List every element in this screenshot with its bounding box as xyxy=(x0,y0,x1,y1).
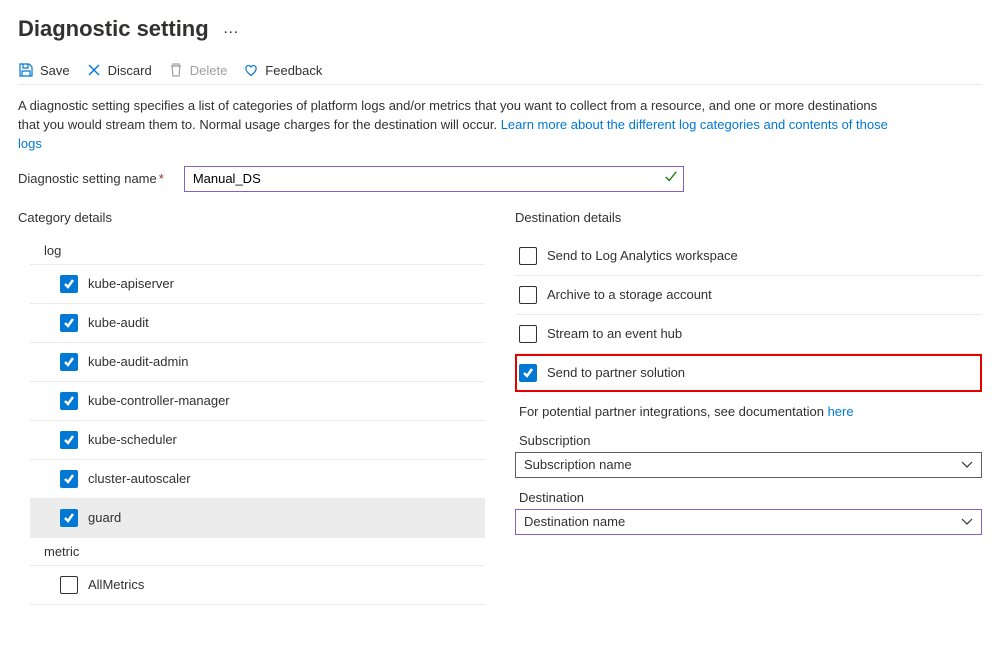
partner-hint: For potential partner integrations, see … xyxy=(519,404,982,419)
log-category-row[interactable]: kube-controller-manager xyxy=(30,382,485,421)
destination-value: Destination name xyxy=(524,514,625,529)
checkbox[interactable] xyxy=(519,286,537,304)
log-category-label: kube-audit xyxy=(88,315,149,330)
checkbox[interactable] xyxy=(60,314,78,332)
log-category-label: kube-scheduler xyxy=(88,432,177,447)
save-icon xyxy=(18,62,34,78)
destination-details: Destination details Send to Log Analytic… xyxy=(515,210,982,547)
log-group-heading: log xyxy=(30,237,485,265)
setting-name-input[interactable] xyxy=(184,166,684,192)
destination-select[interactable]: Destination name xyxy=(515,509,982,535)
more-icon[interactable]: … xyxy=(217,20,245,38)
save-label: Save xyxy=(40,63,70,78)
log-category-row[interactable]: guard xyxy=(30,499,485,538)
checkbox[interactable] xyxy=(519,364,537,382)
log-category-label: kube-apiserver xyxy=(88,276,174,291)
destination-option-row[interactable]: Archive to a storage account xyxy=(515,276,982,315)
checkbox[interactable] xyxy=(60,275,78,293)
description: A diagnostic setting specifies a list of… xyxy=(18,97,898,154)
feedback-button[interactable]: Feedback xyxy=(243,62,322,78)
destination-option-label: Send to partner solution xyxy=(547,365,685,380)
destination-option-label: Send to Log Analytics workspace xyxy=(547,248,738,263)
log-category-row[interactable]: kube-audit xyxy=(30,304,485,343)
delete-button: Delete xyxy=(168,62,228,78)
checkbox[interactable] xyxy=(60,470,78,488)
toolbar: Save Discard Delete Feedback xyxy=(18,62,982,85)
subscription-select[interactable]: Subscription name xyxy=(515,452,982,478)
close-icon xyxy=(86,62,102,78)
checkbox[interactable] xyxy=(519,325,537,343)
trash-icon xyxy=(168,62,184,78)
save-button[interactable]: Save xyxy=(18,62,70,78)
destination-label: Destination xyxy=(519,490,982,505)
checkbox[interactable] xyxy=(60,576,78,594)
destination-option-row[interactable]: Stream to an event hub xyxy=(515,315,982,354)
log-category-row[interactable]: kube-scheduler xyxy=(30,421,485,460)
checkbox[interactable] xyxy=(60,431,78,449)
feedback-label: Feedback xyxy=(265,63,322,78)
discard-button[interactable]: Discard xyxy=(86,62,152,78)
delete-label: Delete xyxy=(190,63,228,78)
required-star: * xyxy=(159,171,164,186)
checkbox[interactable] xyxy=(60,509,78,527)
log-category-label: kube-controller-manager xyxy=(88,393,230,408)
check-icon xyxy=(664,170,678,187)
heart-icon xyxy=(243,62,259,78)
category-details: Category details log kube-apiserver kube-… xyxy=(18,210,485,605)
category-heading: Category details xyxy=(18,210,485,225)
metric-category-label: AllMetrics xyxy=(88,577,144,592)
setting-name-label-text: Diagnostic setting name xyxy=(18,171,157,186)
subscription-label: Subscription xyxy=(519,433,982,448)
partner-hint-text: For potential partner integrations, see … xyxy=(519,404,828,419)
destination-heading: Destination details xyxy=(515,210,982,225)
destination-option-label: Archive to a storage account xyxy=(547,287,712,302)
destination-option-row[interactable]: Send to Log Analytics workspace xyxy=(515,237,982,276)
chevron-down-icon xyxy=(961,516,973,528)
checkbox[interactable] xyxy=(60,392,78,410)
log-category-label: cluster-autoscaler xyxy=(88,471,191,486)
partner-config: For potential partner integrations, see … xyxy=(515,404,982,535)
chevron-down-icon xyxy=(961,459,973,471)
log-category-row[interactable]: kube-audit-admin xyxy=(30,343,485,382)
log-category-label: guard xyxy=(88,510,121,525)
page-title: Diagnostic setting xyxy=(18,16,209,42)
checkbox[interactable] xyxy=(519,247,537,265)
log-category-label: kube-audit-admin xyxy=(88,354,188,369)
checkbox[interactable] xyxy=(60,353,78,371)
partner-doc-link[interactable]: here xyxy=(828,404,854,419)
log-category-row[interactable]: cluster-autoscaler xyxy=(30,460,485,499)
setting-name-label: Diagnostic setting name* xyxy=(18,171,164,186)
metric-category-row[interactable]: AllMetrics xyxy=(30,566,485,605)
discard-label: Discard xyxy=(108,63,152,78)
destination-option-label: Stream to an event hub xyxy=(547,326,682,341)
log-category-row[interactable]: kube-apiserver xyxy=(30,265,485,304)
metric-group-heading: metric xyxy=(30,538,485,566)
destination-option-row[interactable]: Send to partner solution xyxy=(515,354,982,392)
subscription-value: Subscription name xyxy=(524,457,632,472)
